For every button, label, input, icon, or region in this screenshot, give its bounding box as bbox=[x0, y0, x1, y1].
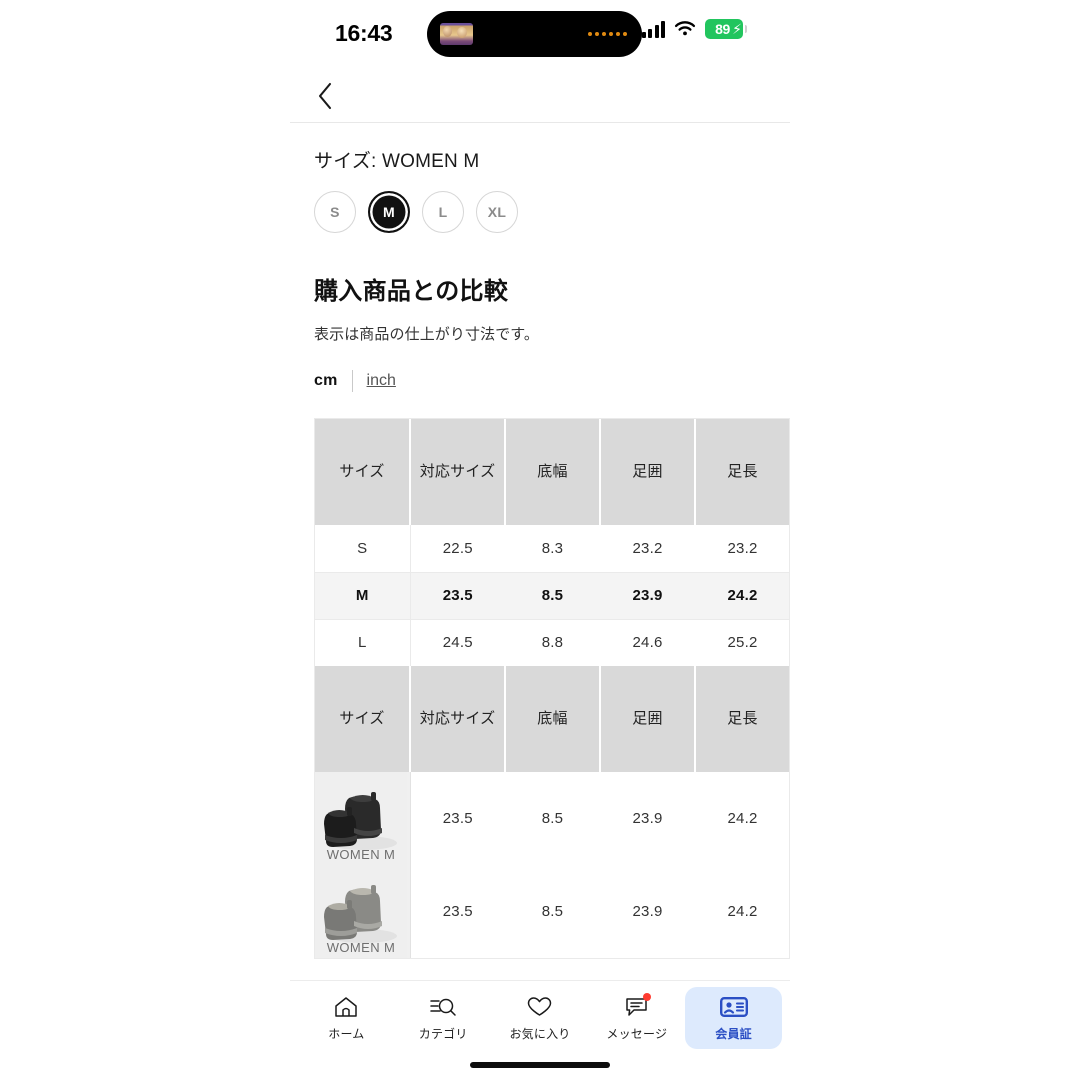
phone-viewport: 16:43 89 ⚡ サイズ: WOMEN M S M L XL 購入商品との比… bbox=[290, 0, 790, 1080]
unread-badge-dot bbox=[642, 993, 651, 1001]
product-thumbnail-caption: WOMEN M bbox=[326, 940, 396, 955]
home-indicator[interactable] bbox=[470, 1062, 610, 1068]
home-icon bbox=[332, 994, 360, 1020]
header-size: サイズ bbox=[315, 666, 411, 772]
cell-matching-size: 23.5 bbox=[410, 572, 505, 620]
table-row: S 22.5 8.3 23.2 23.2 bbox=[315, 525, 789, 573]
cell-matching-size: 23.5 bbox=[410, 772, 505, 865]
cell-size: M bbox=[315, 572, 411, 620]
cell-size: L bbox=[315, 619, 411, 666]
status-bar-indicators: 89 ⚡ bbox=[641, 19, 747, 39]
table-header-row: サイズ 対応サイズ 底幅 足囲 足長 bbox=[315, 419, 789, 525]
product-thumbnail-caption: WOMEN M bbox=[326, 847, 396, 862]
cell-matching-size: 24.5 bbox=[410, 619, 505, 666]
cell-size: S bbox=[315, 525, 411, 573]
dynamic-island[interactable] bbox=[427, 11, 642, 57]
size-chip-s[interactable]: S bbox=[314, 191, 356, 233]
header-foot-circumference: 足囲 bbox=[600, 666, 696, 772]
category-search-icon bbox=[429, 994, 457, 1020]
header-foot-length: 足長 bbox=[695, 666, 789, 772]
unit-inch-button[interactable]: inch bbox=[367, 372, 396, 390]
table-row: L 24.5 8.8 24.6 25.2 bbox=[315, 619, 789, 666]
status-bar: 16:43 89 ⚡ bbox=[290, 0, 790, 70]
header-matching-size: 対応サイズ bbox=[410, 419, 506, 525]
status-bar-clock: 16:43 bbox=[335, 20, 393, 46]
product-thumbnail-black-boots: WOMEN M bbox=[315, 772, 407, 865]
product-thumbnail-cell[interactable]: WOMEN M bbox=[315, 772, 411, 865]
table-header-row: サイズ 対応サイズ 底幅 足囲 足長 bbox=[315, 666, 789, 772]
dynamic-island-media-thumbnail bbox=[440, 23, 473, 45]
tab-label: お気に入り bbox=[509, 1027, 571, 1041]
header-sole-width: 底幅 bbox=[505, 419, 601, 525]
cell-foot-length: 25.2 bbox=[695, 619, 789, 666]
product-thumbnail-cell[interactable]: WOMEN M bbox=[315, 865, 411, 958]
tab-label: メッセージ bbox=[606, 1027, 668, 1041]
membership-card-icon bbox=[719, 994, 748, 1020]
bolt-icon: ⚡ bbox=[732, 21, 742, 37]
product-comparison-table: サイズ 対応サイズ 底幅 足囲 足長 WOMEN M 23.5 8.5 23.9… bbox=[315, 666, 789, 958]
tab-membership-card[interactable]: 会員証 bbox=[685, 987, 782, 1049]
cell-matching-size: 22.5 bbox=[410, 525, 505, 573]
header-foot-length: 足長 bbox=[695, 419, 789, 525]
product-comparison-table-scroll-area[interactable]: サイズ 対応サイズ 底幅 足囲 足長 WOMEN M 23.5 8.5 23.9… bbox=[314, 666, 790, 959]
tab-label: カテゴリ bbox=[418, 1027, 468, 1041]
table-row: WOMEN M 23.5 8.5 23.9 24.2 bbox=[315, 772, 789, 865]
dynamic-island-audio-dots-icon bbox=[588, 32, 627, 36]
cell-foot-length: 23.2 bbox=[695, 525, 789, 573]
tab-label: 会員証 bbox=[715, 1027, 752, 1041]
screen-root: 16:43 89 ⚡ サイズ: WOMEN M S M L XL 購入商品との比… bbox=[0, 0, 1080, 1080]
page-content: サイズ: WOMEN M S M L XL 購入商品との比較 表示は商品の仕上が… bbox=[290, 146, 790, 959]
size-selector-label: サイズ: WOMEN M bbox=[314, 151, 480, 172]
cellular-signal-icon bbox=[641, 20, 665, 38]
header-sole-width: 底幅 bbox=[505, 666, 601, 772]
battery-percent-label: 89 bbox=[715, 21, 730, 37]
chat-bubble-icon bbox=[623, 993, 651, 1020]
tab-home[interactable]: ホーム bbox=[298, 987, 395, 1049]
size-table: サイズ 対応サイズ 底幅 足囲 足長 S 22.5 8.3 23.2 23.2 bbox=[315, 419, 789, 666]
header-foot-circumference: 足囲 bbox=[600, 419, 696, 525]
back-button[interactable] bbox=[307, 78, 343, 114]
cell-foot-circumference: 23.9 bbox=[600, 572, 695, 620]
cell-foot-length: 24.2 bbox=[695, 865, 789, 958]
size-chip-group: S M L XL bbox=[314, 191, 766, 233]
tab-category[interactable]: カテゴリ bbox=[395, 987, 492, 1049]
app-bar bbox=[290, 70, 790, 123]
product-thumbnail-gray-boots: WOMEN M bbox=[315, 865, 407, 958]
cell-foot-circumference: 23.2 bbox=[600, 525, 695, 573]
page-title: 購入商品との比較 bbox=[314, 278, 509, 305]
size-table-scroll-area[interactable]: サイズ 対応サイズ 底幅 足囲 足長 S 22.5 8.3 23.2 23.2 bbox=[314, 418, 790, 666]
battery-cap bbox=[744, 25, 747, 33]
wifi-icon bbox=[674, 20, 696, 38]
cell-sole-width: 8.8 bbox=[505, 619, 600, 666]
bottom-tab-bar: ホーム カテゴリ お気に入り メッセージ 会員証 bbox=[290, 980, 790, 1080]
cell-foot-length: 24.2 bbox=[695, 572, 789, 620]
measurement-note: 表示は商品の仕上がり寸法です。 bbox=[314, 326, 540, 343]
cell-matching-size: 23.5 bbox=[410, 865, 505, 958]
unit-divider bbox=[351, 370, 353, 392]
tab-messages[interactable]: メッセージ bbox=[588, 987, 685, 1049]
cell-sole-width: 8.5 bbox=[505, 865, 600, 958]
tab-favorites[interactable]: お気に入り bbox=[492, 987, 589, 1049]
size-chip-xl[interactable]: XL bbox=[476, 191, 518, 233]
cell-foot-circumference: 23.9 bbox=[600, 865, 695, 958]
heart-icon bbox=[526, 994, 554, 1020]
cell-foot-length: 24.2 bbox=[695, 772, 789, 865]
table-row: M 23.5 8.5 23.9 24.2 bbox=[315, 572, 789, 620]
cell-foot-circumference: 24.6 bbox=[600, 619, 695, 666]
cell-sole-width: 8.5 bbox=[505, 772, 600, 865]
cell-sole-width: 8.3 bbox=[505, 525, 600, 573]
size-chip-m[interactable]: M bbox=[368, 191, 410, 233]
chevron-left-icon bbox=[317, 82, 333, 110]
unit-cm-button[interactable]: cm bbox=[314, 372, 338, 390]
table-row: WOMEN M 23.5 8.5 23.9 24.2 bbox=[315, 865, 789, 958]
size-chip-l[interactable]: L bbox=[422, 191, 464, 233]
cell-sole-width: 8.5 bbox=[505, 572, 600, 620]
tab-label: ホーム bbox=[328, 1027, 365, 1041]
unit-toggle: cm inch bbox=[314, 370, 766, 392]
header-matching-size: 対応サイズ bbox=[410, 666, 506, 772]
battery-indicator: 89 ⚡ bbox=[705, 19, 747, 39]
cell-foot-circumference: 23.9 bbox=[600, 772, 695, 865]
header-size: サイズ bbox=[315, 419, 411, 525]
